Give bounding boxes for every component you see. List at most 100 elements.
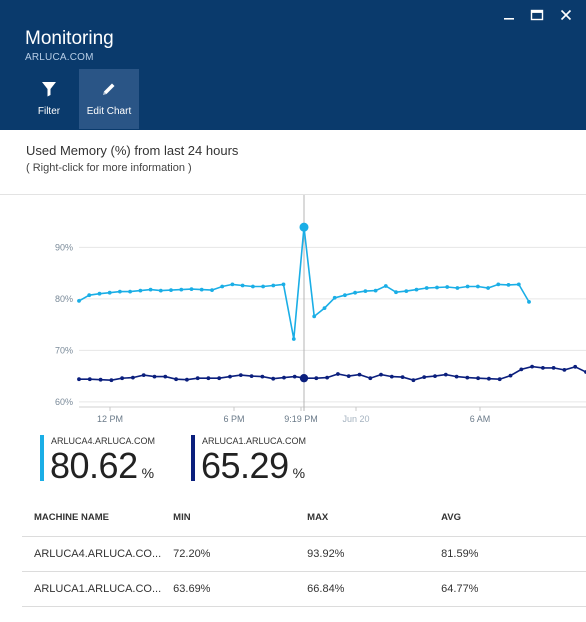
series-arluca4-point bbox=[199, 287, 204, 292]
minimize-icon bbox=[504, 18, 514, 20]
column-header-machine-name[interactable]: MACHINE NAME bbox=[22, 500, 161, 536]
series-arluca1-point bbox=[497, 377, 502, 382]
series-arluca1-point bbox=[379, 372, 383, 377]
series-arluca4-point bbox=[476, 284, 480, 289]
series-arluca1-point bbox=[368, 376, 373, 381]
series-arluca1-point bbox=[314, 376, 319, 381]
series-arluca4-point bbox=[281, 282, 286, 287]
y-tick-label: 80% bbox=[55, 294, 73, 304]
chart-title: Used Memory (%) from last 24 hours bbox=[26, 143, 239, 158]
min-cell: 63.69% bbox=[161, 570, 296, 607]
series-arluca1-point bbox=[400, 375, 405, 379]
maximize-icon bbox=[530, 9, 544, 21]
series-arluca4-point bbox=[271, 283, 276, 288]
min-cell: 72.20% bbox=[161, 535, 296, 571]
series-arluca4-point bbox=[353, 290, 357, 295]
series-arluca1-point bbox=[443, 372, 448, 377]
series-arluca4-point bbox=[332, 295, 337, 300]
series-arluca1-point bbox=[573, 364, 578, 369]
x-tick-label: 6 PM bbox=[223, 414, 244, 424]
filter-button[interactable]: Filter bbox=[19, 69, 79, 129]
maximize-button[interactable] bbox=[526, 6, 548, 24]
series-arluca1-point bbox=[206, 376, 211, 381]
filter-label: Filter bbox=[37, 106, 61, 117]
chart-hint: ( Right-click for more information ) bbox=[26, 162, 192, 174]
y-tick-label: 90% bbox=[55, 242, 73, 252]
series-arluca1-point bbox=[336, 372, 340, 376]
series-arluca4-point bbox=[251, 284, 255, 289]
edit-chart-button[interactable]: Edit Chart bbox=[79, 69, 139, 129]
series-arluca1-point bbox=[238, 373, 243, 377]
max-cell: 66.84% bbox=[295, 570, 430, 607]
machine-name-cell: ARLUCA4.ARLUCA.CO... bbox=[22, 535, 162, 571]
series-arluca4-point bbox=[363, 289, 368, 293]
legend-swatch bbox=[40, 435, 44, 481]
series-arluca1-point bbox=[260, 374, 265, 379]
memory-chart[interactable]: 60% 70% 80% 90% 12 PM 6 PM 9:19 PM Jun 20 6 AM bbox=[0, 195, 586, 433]
series-arluca1-point bbox=[530, 364, 534, 369]
series-arluca1-point bbox=[163, 374, 168, 379]
series-arluca1-point bbox=[519, 367, 524, 372]
table-row[interactable]: ARLUCA4.ARLUCA.CO... 72.20% 93.92% 81.59… bbox=[22, 535, 586, 571]
series-arluca4-point bbox=[169, 288, 173, 292]
series-arluca4-point bbox=[148, 287, 153, 292]
y-tick-label: 60% bbox=[55, 397, 73, 407]
series-arluca1-point bbox=[217, 376, 222, 381]
series-arluca1-point bbox=[487, 376, 491, 381]
series-arluca4-point bbox=[486, 286, 490, 290]
series-arluca1-point bbox=[465, 375, 470, 380]
series-arluca4-point bbox=[373, 288, 378, 293]
column-header-max[interactable]: MAX bbox=[295, 500, 429, 536]
legend-current-value: 80.62% bbox=[50, 445, 154, 486]
edit-chart-label: Edit Chart bbox=[86, 106, 132, 117]
series-arluca4-point bbox=[527, 300, 531, 304]
series-arluca4-point bbox=[210, 288, 214, 292]
series-arluca1-point bbox=[195, 376, 200, 381]
series-arluca4-point bbox=[97, 291, 102, 296]
series-arluca1-point bbox=[131, 375, 135, 380]
column-header-min[interactable]: MIN bbox=[161, 500, 295, 536]
series-arluca4-point bbox=[445, 285, 450, 289]
y-tick-label: 70% bbox=[55, 345, 73, 355]
series-arluca4-point bbox=[506, 283, 511, 287]
series-arluca4-point bbox=[118, 289, 122, 294]
legend-swatch bbox=[191, 435, 195, 481]
series-arluca4-point bbox=[496, 282, 501, 287]
series-arluca1-point bbox=[508, 373, 513, 378]
series-arluca1-point bbox=[282, 375, 286, 380]
series-arluca4-point bbox=[516, 282, 521, 287]
series-arluca4-point bbox=[179, 287, 184, 292]
blade-subtitle: ARLUCA.COM bbox=[25, 52, 94, 63]
series-arluca4-point bbox=[230, 282, 235, 287]
series-arluca4-point bbox=[158, 288, 163, 293]
series-arluca4-point bbox=[404, 289, 409, 293]
series-arluca1-point bbox=[174, 377, 179, 382]
series-arluca1-point bbox=[357, 372, 362, 377]
series-arluca4-point bbox=[343, 293, 347, 298]
series-arluca1-point bbox=[541, 366, 545, 370]
series-arluca1-point bbox=[422, 375, 427, 379]
series-arluca1-point bbox=[185, 377, 189, 382]
machine-stats-table: MACHINE NAME MIN MAX AVG ARLUCA4.ARLUCA.… bbox=[22, 500, 586, 607]
table-row[interactable]: ARLUCA1.ARLUCA.CO... 63.69% 66.84% 64.77… bbox=[22, 570, 586, 607]
column-header-avg[interactable]: AVG bbox=[429, 500, 586, 536]
series-arluca4-point bbox=[394, 290, 398, 295]
series-arluca4-point bbox=[189, 287, 194, 291]
close-icon bbox=[560, 9, 572, 21]
series-arluca1-point bbox=[433, 374, 437, 378]
x-tick-label: 6 AM bbox=[470, 414, 491, 424]
series-arluca1-point bbox=[152, 374, 157, 379]
series-arluca4-point bbox=[220, 284, 225, 289]
series-arluca4-point bbox=[107, 290, 112, 295]
series-arluca4-point bbox=[240, 283, 245, 288]
minimize-button[interactable] bbox=[498, 6, 520, 24]
series-arluca4-highlight-point bbox=[299, 222, 309, 232]
series-arluca1-point bbox=[325, 375, 329, 380]
close-button[interactable] bbox=[555, 6, 577, 24]
series-arluca4-point bbox=[77, 299, 81, 303]
series-arluca4-point bbox=[138, 288, 143, 293]
series-arluca1-point bbox=[411, 378, 416, 383]
series-arluca1-point bbox=[98, 377, 103, 382]
avg-cell: 81.59% bbox=[429, 535, 586, 571]
series-arluca1-point bbox=[454, 374, 459, 379]
